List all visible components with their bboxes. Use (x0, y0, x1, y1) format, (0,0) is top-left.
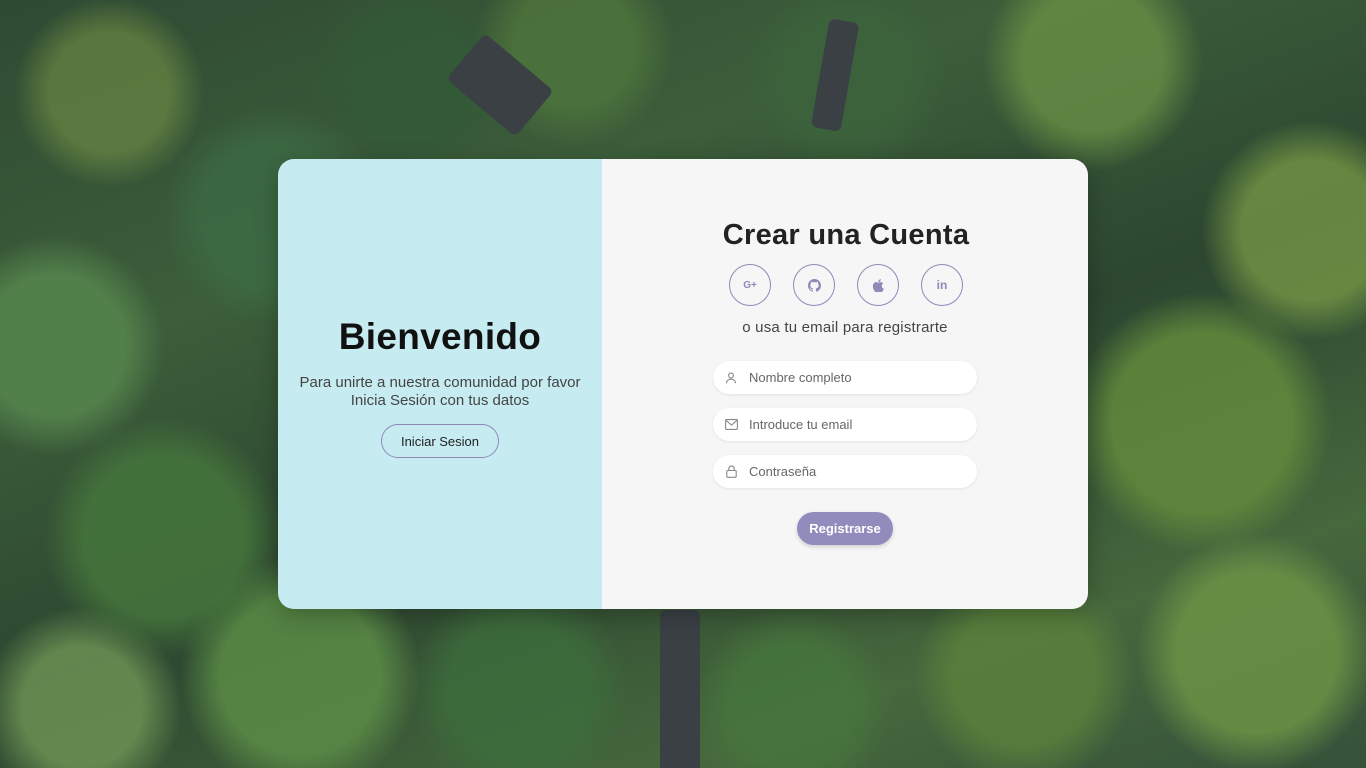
signup-hint: o usa tu email para registrarte (742, 319, 948, 336)
email-input[interactable] (747, 416, 951, 433)
road-top-right (810, 18, 860, 132)
register-button[interactable]: Registrarse (797, 512, 893, 545)
lock-icon (724, 465, 738, 479)
github-icon (807, 278, 821, 292)
linkedin-icon: in (936, 278, 948, 292)
road-bottom (660, 610, 700, 768)
user-icon (724, 371, 738, 385)
apple-icon (872, 278, 884, 292)
password-field[interactable] (713, 455, 977, 488)
welcome-message: Para unirte a nuestra comunidad por favo… (299, 374, 581, 409)
signup-panel: Crear una Cuenta G+ in o usa tu email pa… (602, 159, 1088, 609)
email-field[interactable] (713, 408, 977, 441)
road-top (446, 33, 554, 137)
social-buttons: G+ in (729, 264, 963, 306)
auth-card: Bienvenido Para unirte a nuestra comunid… (278, 159, 1088, 609)
google-plus-button[interactable]: G+ (729, 264, 771, 306)
linkedin-button[interactable]: in (921, 264, 963, 306)
envelope-icon (724, 418, 738, 432)
signup-title: Crear una Cuenta (722, 219, 970, 251)
name-field[interactable] (713, 361, 977, 394)
welcome-panel: Bienvenido Para unirte a nuestra comunid… (278, 159, 602, 609)
github-button[interactable] (793, 264, 835, 306)
google-plus-icon: G+ (743, 279, 757, 291)
login-button[interactable]: Iniciar Sesion (381, 424, 499, 458)
password-input[interactable] (747, 463, 951, 480)
name-input[interactable] (747, 369, 951, 386)
welcome-title: Bienvenido (338, 316, 542, 357)
apple-button[interactable] (857, 264, 899, 306)
